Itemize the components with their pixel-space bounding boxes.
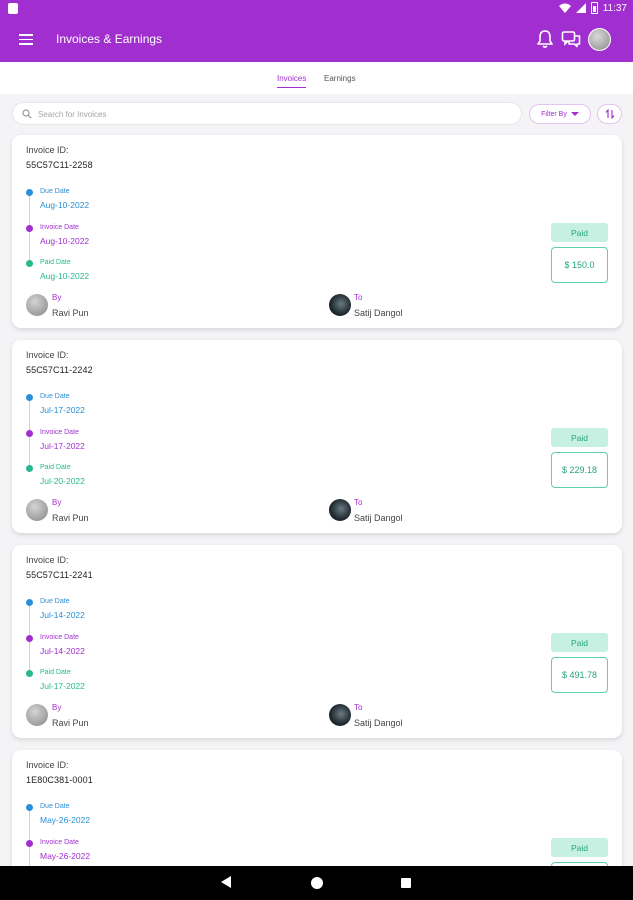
due-dot-icon [26,804,33,811]
invoice-date-value: Aug-10-2022 [40,236,90,246]
tab-invoices[interactable]: Invoices [277,74,307,88]
wifi-icon [558,3,571,13]
notification-icon [8,3,18,14]
sort-icon [605,109,614,119]
paid-dot-icon [26,465,33,472]
paid-date-value: Aug-10-2022 [40,271,90,281]
by-name: Ravi Pun [52,513,89,523]
invoice-id: 55C57C11-2258 [26,160,93,170]
to-label: To [354,498,363,507]
by-name: Ravi Pun [52,718,89,728]
invoice-date-label: Invoice Date [40,224,79,231]
system-nav-bar [0,866,633,900]
paid-date-label: Paid Date [40,464,71,471]
due-dot-icon [26,599,33,606]
by-label: By [52,703,62,712]
page-title: Invoices & Earnings [56,32,163,46]
search-row: Filter By [0,94,633,134]
invoice-card[interactable]: Invoice ID: 55C57C11-2258 Due Date Aug-1… [12,135,622,328]
due-date-value: Jul-17-2022 [40,405,85,415]
search-input[interactable] [38,107,508,121]
caret-down-icon [570,112,579,116]
invoice-date-label: Invoice Date [40,634,79,641]
avatar [26,294,48,316]
invoice-id-label: Invoice ID: [26,145,69,155]
status-badge: Paid [551,838,608,857]
invoice-date-label: Invoice Date [40,429,79,436]
invoice-date-label: Invoice Date [40,839,79,846]
amount: $ 229.18 [551,452,608,488]
search-box[interactable] [12,102,522,125]
status-bar: 11:37 [0,0,633,18]
menu-icon[interactable] [19,34,33,45]
invoice-id-label: Invoice ID: [26,555,69,565]
to-label: To [354,703,363,712]
to-name: Satij Dangol [354,513,403,523]
invoice-card[interactable]: Invoice ID: 55C57C11-2242 Due Date Jul-1… [12,340,622,533]
tab-bar: Invoices Earnings [0,62,633,94]
sort-button[interactable] [597,104,622,124]
due-date-value: Jul-14-2022 [40,610,85,620]
invoice-date-value: Jul-14-2022 [40,646,85,656]
amount: $ 150.0 [551,247,608,283]
invoice-date-value: Jul-17-2022 [40,441,85,451]
invoice-dot-icon [26,840,33,847]
avatar [329,704,351,726]
status-badge: Paid [551,633,608,652]
invoice-dot-icon [26,225,33,232]
chat-icon[interactable] [561,29,581,49]
due-date-value: Aug-10-2022 [40,200,90,210]
status-badge: Paid [551,428,608,447]
bell-icon[interactable] [536,29,554,49]
invoice-card[interactable]: Invoice ID: 55C57C11-2241 Due Date Jul-1… [12,545,622,738]
due-date-label: Due Date [40,598,70,605]
due-dot-icon [26,189,33,196]
avatar [329,499,351,521]
amount: $ 491.78 [551,657,608,693]
paid-dot-icon [26,260,33,267]
avatar [26,704,48,726]
recent-apps-icon[interactable] [401,878,411,888]
tab-earnings[interactable]: Earnings [324,74,356,83]
due-date-label: Due Date [40,188,70,195]
back-icon[interactable] [221,876,231,888]
signal-icon [575,3,586,13]
home-icon[interactable] [311,877,323,889]
by-name: Ravi Pun [52,308,89,318]
invoice-id: 55C57C11-2241 [26,570,93,580]
due-date-label: Due Date [40,803,70,810]
due-dot-icon [26,394,33,401]
invoice-id: 55C57C11-2242 [26,365,93,375]
avatar [329,294,351,316]
status-badge: Paid [551,223,608,242]
invoice-id: 1E80C381-0001 [26,775,93,785]
battery-icon [590,2,598,14]
status-time: 11:37 [602,2,627,14]
filter-label: Filter By [541,110,567,118]
to-name: Satij Dangol [354,718,403,728]
by-label: By [52,498,62,507]
invoice-id-label: Invoice ID: [26,350,69,360]
paid-date-label: Paid Date [40,259,71,266]
app-bar: Invoices & Earnings [0,18,633,62]
paid-date-label: Paid Date [40,669,71,676]
invoice-dot-icon [26,635,33,642]
paid-date-value: Jul-20-2022 [40,476,85,486]
due-date-label: Due Date [40,393,70,400]
invoice-date-value: May-26-2022 [40,851,91,861]
avatar[interactable] [588,28,611,51]
search-icon [22,109,32,119]
to-name: Satij Dangol [354,308,403,318]
to-label: To [354,293,363,302]
invoice-id-label: Invoice ID: [26,760,69,770]
filter-button[interactable]: Filter By [529,104,591,124]
paid-date-value: Jul-17-2022 [40,681,85,691]
invoice-dot-icon [26,430,33,437]
due-date-value: May-26-2022 [40,815,91,825]
paid-dot-icon [26,670,33,677]
by-label: By [52,293,62,302]
avatar [26,499,48,521]
